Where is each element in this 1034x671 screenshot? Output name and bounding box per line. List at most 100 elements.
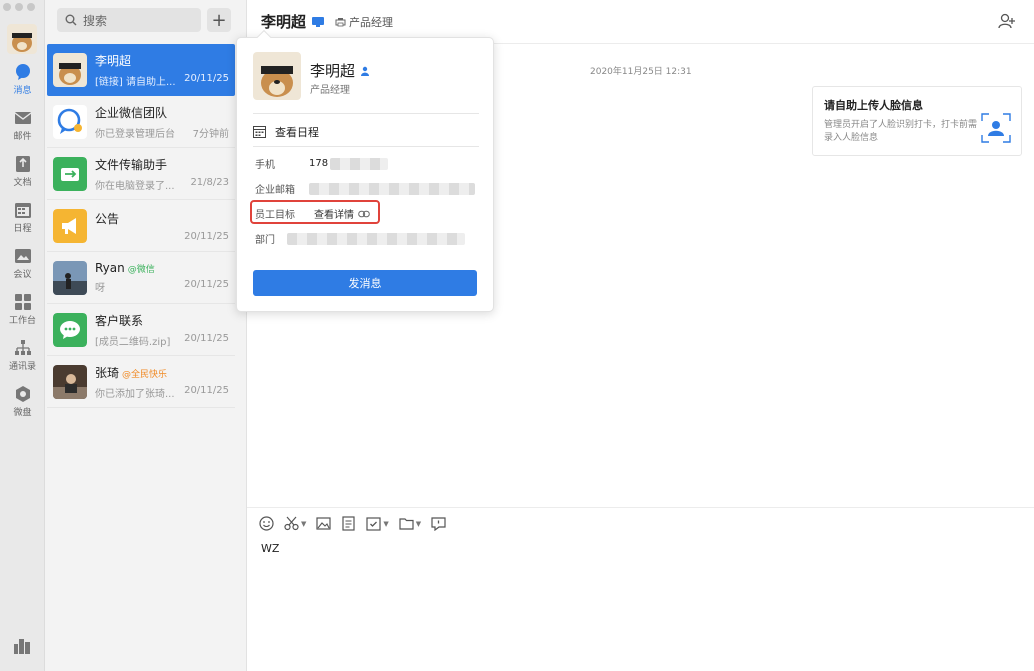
app-logo-icon[interactable] bbox=[13, 638, 31, 657]
search-input[interactable]: 搜索 bbox=[57, 8, 201, 32]
file-transfer-icon bbox=[53, 156, 87, 191]
document-icon bbox=[15, 155, 30, 172]
customer-contact-icon bbox=[53, 312, 87, 347]
chat-title[interactable]: 李明超 bbox=[261, 11, 306, 32]
conversation-item[interactable]: 文件传输助手 你在电脑登录了... 21/8/23 bbox=[47, 148, 235, 200]
message-composer: ▼ ▼ ▼ WZ bbox=[247, 507, 1034, 671]
conversation-time: 20/11/25 bbox=[184, 230, 229, 242]
conversation-name: 公告 bbox=[95, 211, 120, 226]
task-button[interactable]: ▼ bbox=[366, 516, 389, 531]
minimize-window-button[interactable] bbox=[15, 3, 23, 11]
image-button[interactable] bbox=[316, 516, 331, 531]
conversation-item[interactable]: 企业微信团队 你已登录管理后台 7分钟前 bbox=[47, 96, 235, 148]
add-member-icon[interactable] bbox=[998, 12, 1016, 30]
nav-item-calendar[interactable]: 日程 bbox=[0, 196, 45, 238]
conversation-name: Ryan bbox=[95, 261, 125, 275]
person-icon bbox=[361, 66, 370, 76]
search-placeholder: 搜索 bbox=[83, 13, 108, 28]
document-lines-icon bbox=[342, 516, 355, 531]
nav-item-contacts[interactable]: 通讯录 bbox=[0, 334, 45, 376]
chat-position: 产品经理 bbox=[335, 14, 393, 30]
redacted-block bbox=[287, 232, 465, 245]
chevron-down-icon: ▼ bbox=[383, 519, 389, 528]
conversation-name: 张琦 bbox=[95, 365, 120, 380]
divider bbox=[253, 146, 479, 147]
view-schedule-label: 查看日程 bbox=[275, 126, 319, 139]
file-doc-button[interactable] bbox=[341, 516, 356, 531]
view-details-label: 查看详情 bbox=[314, 210, 354, 221]
conversation-preview: 你已添加了张琦... bbox=[95, 388, 175, 400]
profile-popup: 李明超 产品经理 查看日程 手机 178 企业邮箱 员工目标 查看详情 部门 发… bbox=[236, 29, 494, 312]
conversation-time: 20/11/25 bbox=[184, 72, 229, 84]
phone-value[interactable]: 178 bbox=[309, 158, 328, 169]
folder-button[interactable]: ▼ bbox=[399, 516, 421, 531]
add-button[interactable]: + bbox=[207, 8, 231, 32]
conversation-time: 7分钟前 bbox=[192, 128, 229, 140]
meeting-icon bbox=[14, 248, 31, 263]
conversation-item[interactable]: Ryan @微信 呀 20/11/25 bbox=[47, 252, 235, 304]
goal-row: 员工目标 查看详情 bbox=[255, 206, 370, 221]
send-message-button[interactable]: 发消息 bbox=[253, 270, 477, 296]
phone-label: 手机 bbox=[255, 160, 275, 171]
nav-label: 消息 bbox=[13, 85, 32, 96]
folder-icon bbox=[399, 518, 414, 530]
close-window-button[interactable] bbox=[3, 3, 11, 11]
calendar-icon bbox=[14, 202, 31, 218]
avatar bbox=[53, 52, 87, 87]
screenshot-button[interactable]: ▼ bbox=[284, 516, 306, 531]
composer-toolbar: ▼ ▼ ▼ bbox=[259, 516, 446, 531]
nav-label: 通讯录 bbox=[8, 361, 36, 372]
view-details-link[interactable]: 查看详情 bbox=[314, 206, 370, 221]
conversation-name: 李明超 bbox=[95, 53, 132, 68]
nav-item-mail[interactable]: 邮件 bbox=[0, 104, 45, 146]
zoom-window-button[interactable] bbox=[27, 3, 35, 11]
workbench-grid-icon bbox=[14, 293, 31, 310]
emoji-button[interactable] bbox=[259, 516, 274, 531]
nav-item-workbench[interactable]: 工作台 bbox=[0, 288, 45, 330]
nav-item-messages[interactable]: 消息 bbox=[0, 58, 45, 100]
avatar bbox=[53, 364, 87, 399]
conversation-time: 20/11/25 bbox=[184, 279, 229, 290]
nav-label: 文档 bbox=[13, 177, 32, 188]
conversation-time: 21/8/23 bbox=[190, 176, 229, 188]
conversation-preview: 你在电脑登录了... bbox=[95, 180, 175, 192]
conversation-tag: @全民快乐 bbox=[122, 369, 168, 380]
conversation-time: 20/11/25 bbox=[184, 332, 229, 344]
nav-item-meeting[interactable]: 会议 bbox=[0, 242, 45, 284]
message-tool-button[interactable] bbox=[431, 516, 446, 531]
avatar bbox=[53, 260, 87, 295]
profile-avatar[interactable] bbox=[253, 52, 301, 100]
goal-label: 员工目标 bbox=[255, 210, 295, 221]
redacted-block bbox=[309, 182, 475, 195]
email-row: 企业邮箱 bbox=[255, 181, 475, 196]
image-icon bbox=[316, 517, 331, 530]
nav-item-docs[interactable]: 文档 bbox=[0, 150, 45, 192]
conversation-item[interactable]: 李明超 [链接] 请自助上... 20/11/25 bbox=[47, 44, 235, 96]
scissors-icon bbox=[284, 516, 299, 531]
conversation-time: 20/11/25 bbox=[184, 384, 229, 396]
window-controls bbox=[3, 3, 35, 11]
conversation-item[interactable]: 张琦 @全民快乐 你已添加了张琦... 20/11/25 bbox=[47, 356, 235, 408]
conversation-list: 搜索 + 李明超 [链接] 请自助上... 20/11/25 企业微信团队 你已登… bbox=[45, 0, 247, 671]
avatar bbox=[53, 104, 87, 139]
contacts-icon bbox=[14, 339, 31, 355]
nav-label: 邮件 bbox=[13, 131, 32, 142]
nav-item-drive[interactable]: 微盘 bbox=[0, 380, 45, 422]
conversation-preview: [成员二维码.zip] bbox=[95, 336, 171, 348]
view-schedule-link[interactable]: 查看日程 bbox=[253, 124, 319, 140]
conversation-name: 文件传输助手 bbox=[95, 157, 168, 172]
card-description: 管理员开启了人脸识别打卡，打卡前需录入人脸信息 bbox=[824, 120, 978, 143]
announcement-icon bbox=[53, 208, 87, 243]
my-avatar[interactable] bbox=[7, 24, 37, 54]
redacted-block bbox=[330, 157, 389, 170]
nav-label: 日程 bbox=[13, 223, 32, 234]
conversation-item[interactable]: 公告 20/11/25 bbox=[47, 200, 235, 252]
conversation-item[interactable]: 客户联系 [成员二维码.zip] 20/11/25 bbox=[47, 304, 235, 356]
face-upload-card[interactable]: 请自助上传人脸信息 管理员开启了人脸识别打卡，打卡前需录入人脸信息 bbox=[812, 86, 1022, 156]
conversation-tag: @微信 bbox=[127, 265, 155, 275]
chevron-down-icon: ▼ bbox=[415, 519, 422, 528]
department-row: 部门 bbox=[255, 231, 465, 246]
mail-icon bbox=[14, 111, 31, 124]
calendar-icon bbox=[253, 126, 266, 138]
message-input[interactable]: WZ bbox=[261, 542, 279, 555]
